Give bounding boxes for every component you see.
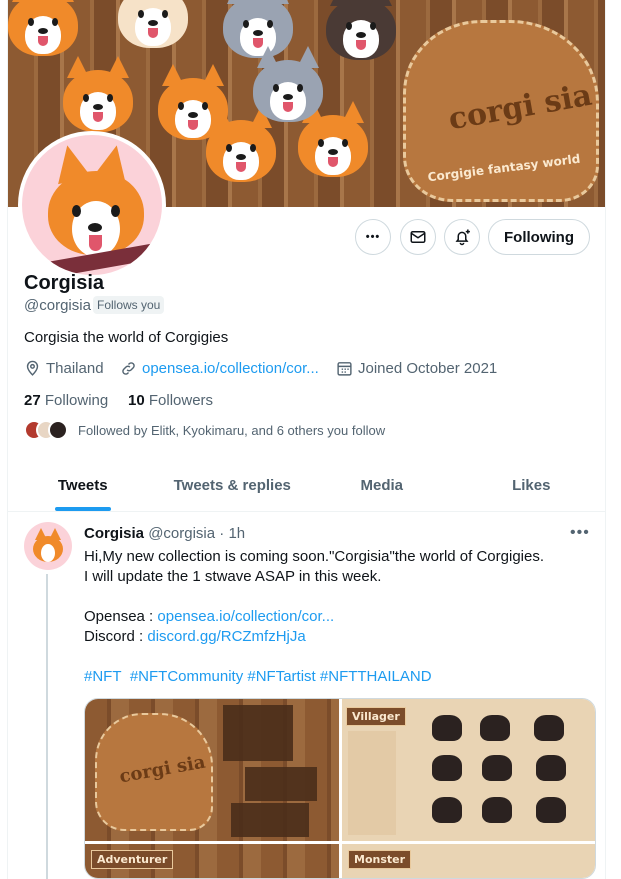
banner-corgi	[253, 46, 323, 122]
media-silhouette	[482, 797, 512, 823]
thread-line	[46, 574, 48, 879]
monster-label: Monster	[348, 850, 412, 869]
tab-likes[interactable]: Likes	[457, 459, 606, 511]
profile-name: Corgisia	[24, 272, 105, 294]
opensea-link[interactable]: opensea.io/collection/cor...	[157, 608, 334, 625]
following-button[interactable]: Following	[488, 219, 590, 255]
banner-logo: corgi sia Corgigie fantasy world	[403, 20, 599, 202]
tweet-avatar[interactable]	[24, 522, 72, 570]
opensea-label: Opensea :	[84, 608, 158, 625]
banner-corgi	[63, 56, 133, 132]
avatar	[48, 420, 68, 440]
discord-link[interactable]: discord.gg/RCZmfzHjJa	[147, 628, 305, 645]
media-image[interactable]: Villager	[342, 699, 595, 841]
banner-corgi	[298, 101, 368, 177]
media-silhouette	[536, 797, 566, 823]
calendar-icon	[337, 362, 352, 376]
profile-tabs: Tweets Tweets & replies Media Likes	[8, 459, 606, 512]
hashtag-link[interactable]: #NFTartist	[247, 668, 315, 685]
media-logo: corgi sia	[95, 713, 213, 831]
media-image[interactable]: Monster	[342, 844, 595, 878]
discord-label: Discord :	[84, 628, 148, 645]
hashtag-link[interactable]: #NFTTHAILAND	[320, 668, 432, 685]
following-count-link[interactable]: 27 Following	[24, 392, 108, 409]
profile-avatar[interactable]	[18, 131, 166, 279]
media-text-block	[348, 731, 396, 835]
hashtag-link[interactable]: #NFTCommunity	[130, 668, 243, 685]
media-image[interactable]: Adventurer	[85, 844, 339, 878]
join-date: Joined October 2021	[336, 360, 497, 377]
media-text-block	[231, 803, 309, 837]
tweet-more-button[interactable]: •••	[570, 524, 590, 542]
notifications-button[interactable]	[444, 219, 480, 255]
followers-count-link[interactable]: 10 Followers	[128, 392, 213, 409]
tweet-line: I will update the 1 stwave ASAP in this …	[84, 568, 382, 585]
banner-corgi	[118, 0, 188, 48]
banner-corgi	[326, 0, 396, 60]
join-date-text: Joined October 2021	[358, 360, 498, 377]
media-logo-text: corgi sia	[117, 751, 207, 788]
more-options-button[interactable]: •••	[355, 219, 391, 255]
media-text-block	[245, 767, 317, 801]
tweet-author-name[interactable]: Corgisia	[84, 525, 144, 542]
location-text: Thailand	[46, 360, 104, 377]
tweet-timestamp[interactable]: · 1h	[219, 525, 245, 542]
following-label: Following	[44, 392, 109, 409]
tab-tweets-replies[interactable]: Tweets & replies	[158, 459, 308, 511]
hashtag-link[interactable]: #NFT	[84, 668, 122, 685]
villager-label: Villager	[346, 707, 406, 726]
media-silhouette	[480, 715, 510, 741]
profile-link[interactable]: opensea.io/collection/cor...	[120, 360, 319, 377]
following-count: 27	[24, 392, 41, 409]
location-pin-icon	[26, 360, 39, 376]
followers-label: Followers	[148, 392, 214, 409]
follows-you-badge: Follows you	[93, 296, 165, 314]
banner-corgi	[8, 0, 78, 56]
tweet-line: Hi,My new collection is coming soon."Cor…	[84, 548, 545, 565]
tweet-author-handle[interactable]: @corgisia	[148, 525, 215, 542]
message-button[interactable]	[400, 219, 436, 255]
media-silhouette	[432, 797, 462, 823]
more-icon: •••	[365, 231, 381, 243]
banner-logo-text: corgi sia	[445, 77, 595, 138]
tweet-header: Corgisia @corgisia · 1h	[84, 525, 245, 542]
bell-plus-icon	[455, 229, 470, 246]
media-silhouette	[536, 755, 566, 781]
followers-count: 10	[128, 392, 145, 409]
media-silhouette	[432, 715, 462, 741]
profile-bio: Corgisia the world of Corgigies	[24, 329, 229, 346]
followed-by[interactable]: Followed by Elitk, Kyokimaru, and 6 othe…	[24, 420, 385, 440]
profile-handle: @corgisia	[24, 297, 91, 314]
tweet-text: Hi,My new collection is coming soon."Cor…	[84, 547, 594, 687]
tab-media[interactable]: Media	[307, 459, 457, 511]
media-silhouette	[534, 715, 564, 741]
envelope-icon	[410, 231, 426, 243]
profile-page: corgi sia Corgigie fantasy world ••• Fol…	[7, 0, 606, 879]
tab-tweets[interactable]: Tweets	[8, 459, 158, 511]
banner-corgi	[206, 106, 276, 182]
location: Thailand	[24, 360, 104, 377]
profile-link-text[interactable]: opensea.io/collection/cor...	[142, 360, 319, 377]
media-image[interactable]: corgi sia	[85, 699, 339, 841]
adventurer-label: Adventurer	[91, 850, 174, 869]
media-silhouette	[432, 755, 462, 781]
tweet-media[interactable]: corgi sia Villager Adventurer Monster	[84, 698, 596, 879]
media-silhouette	[482, 755, 512, 781]
media-text-block	[223, 705, 293, 761]
followed-by-text: Followed by Elitk, Kyokimaru, and 6 othe…	[78, 422, 386, 438]
banner-logo-subtitle: Corgigie fantasy world	[426, 151, 582, 185]
link-icon	[122, 362, 135, 375]
